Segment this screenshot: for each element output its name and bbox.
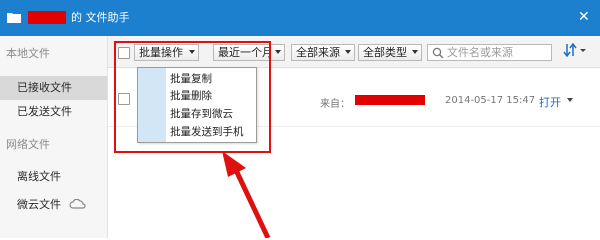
sidebar-group-network: 网络文件 [6,138,50,151]
window-title: 的 文件助手 [71,11,130,24]
file-date: 2014-05-17 15:47 [445,95,536,106]
type-filter-dropdown[interactable]: 全部类型 [358,44,422,61]
file-row-checkbox[interactable] [118,93,130,105]
search-icon [432,47,444,59]
sidebar-item-sent[interactable]: 已发送文件 [0,100,107,124]
batch-operation-button[interactable]: 批量操作 [134,44,199,61]
source-filter-dropdown[interactable]: 全部来源 [291,44,355,61]
close-icon[interactable]: ✕ [578,9,590,25]
sidebar-item-weiyun[interactable]: 微云文件 [0,193,107,217]
select-all-checkbox[interactable] [118,47,130,59]
menu-item-batch-save-to-weiyun[interactable]: 批量存到微云 [170,106,233,122]
time-filter-dropdown[interactable]: 最近一个月 [213,44,285,61]
menu-icon-gutter [138,68,166,142]
redacted-source-name [355,95,425,105]
chevron-down-icon [345,50,351,54]
batch-operation-label: 批量操作 [139,46,183,59]
sidebar: 本地文件 已接收文件 已发送文件 网络文件 离线文件 微云文件 [0,36,108,238]
sidebar-item-offline[interactable]: 离线文件 [0,165,107,189]
sidebar-item-label: 微云文件 [17,198,61,211]
type-filter-label: 全部类型 [363,46,407,59]
search-input[interactable]: 文件名或来源 [427,44,552,61]
cloud-icon [68,199,86,209]
sidebar-item-received[interactable]: 已接收文件 [0,76,107,100]
time-filter-label: 最近一个月 [218,46,273,59]
sort-icon[interactable] [563,43,587,57]
source-filter-label: 全部来源 [296,46,340,59]
sidebar-item-label: 已发送文件 [17,105,72,118]
menu-item-batch-send-to-phone[interactable]: 批量发送到手机 [170,124,244,140]
menu-item-batch-copy[interactable]: 批量复制 [170,71,212,87]
redacted-contact-name [28,11,66,24]
title-bar: 的 文件助手 ✕ [0,0,600,36]
chevron-down-icon [189,50,195,54]
batch-operation-menu: 批量复制 批量删除 批量存到微云 批量发送到手机 [137,67,257,143]
chevron-down-icon [412,50,418,54]
search-placeholder: 文件名或来源 [447,46,513,59]
chevron-down-icon [275,50,281,54]
sidebar-group-local: 本地文件 [6,47,50,60]
menu-item-batch-delete[interactable]: 批量删除 [170,88,212,104]
file-source-label: 来自： [320,99,350,110]
sidebar-item-label: 离线文件 [17,170,61,183]
sidebar-item-label: 已接收文件 [17,81,72,94]
open-file-button[interactable]: 打开 [539,94,561,110]
chevron-down-icon[interactable] [567,98,573,102]
folder-icon [7,13,21,23]
